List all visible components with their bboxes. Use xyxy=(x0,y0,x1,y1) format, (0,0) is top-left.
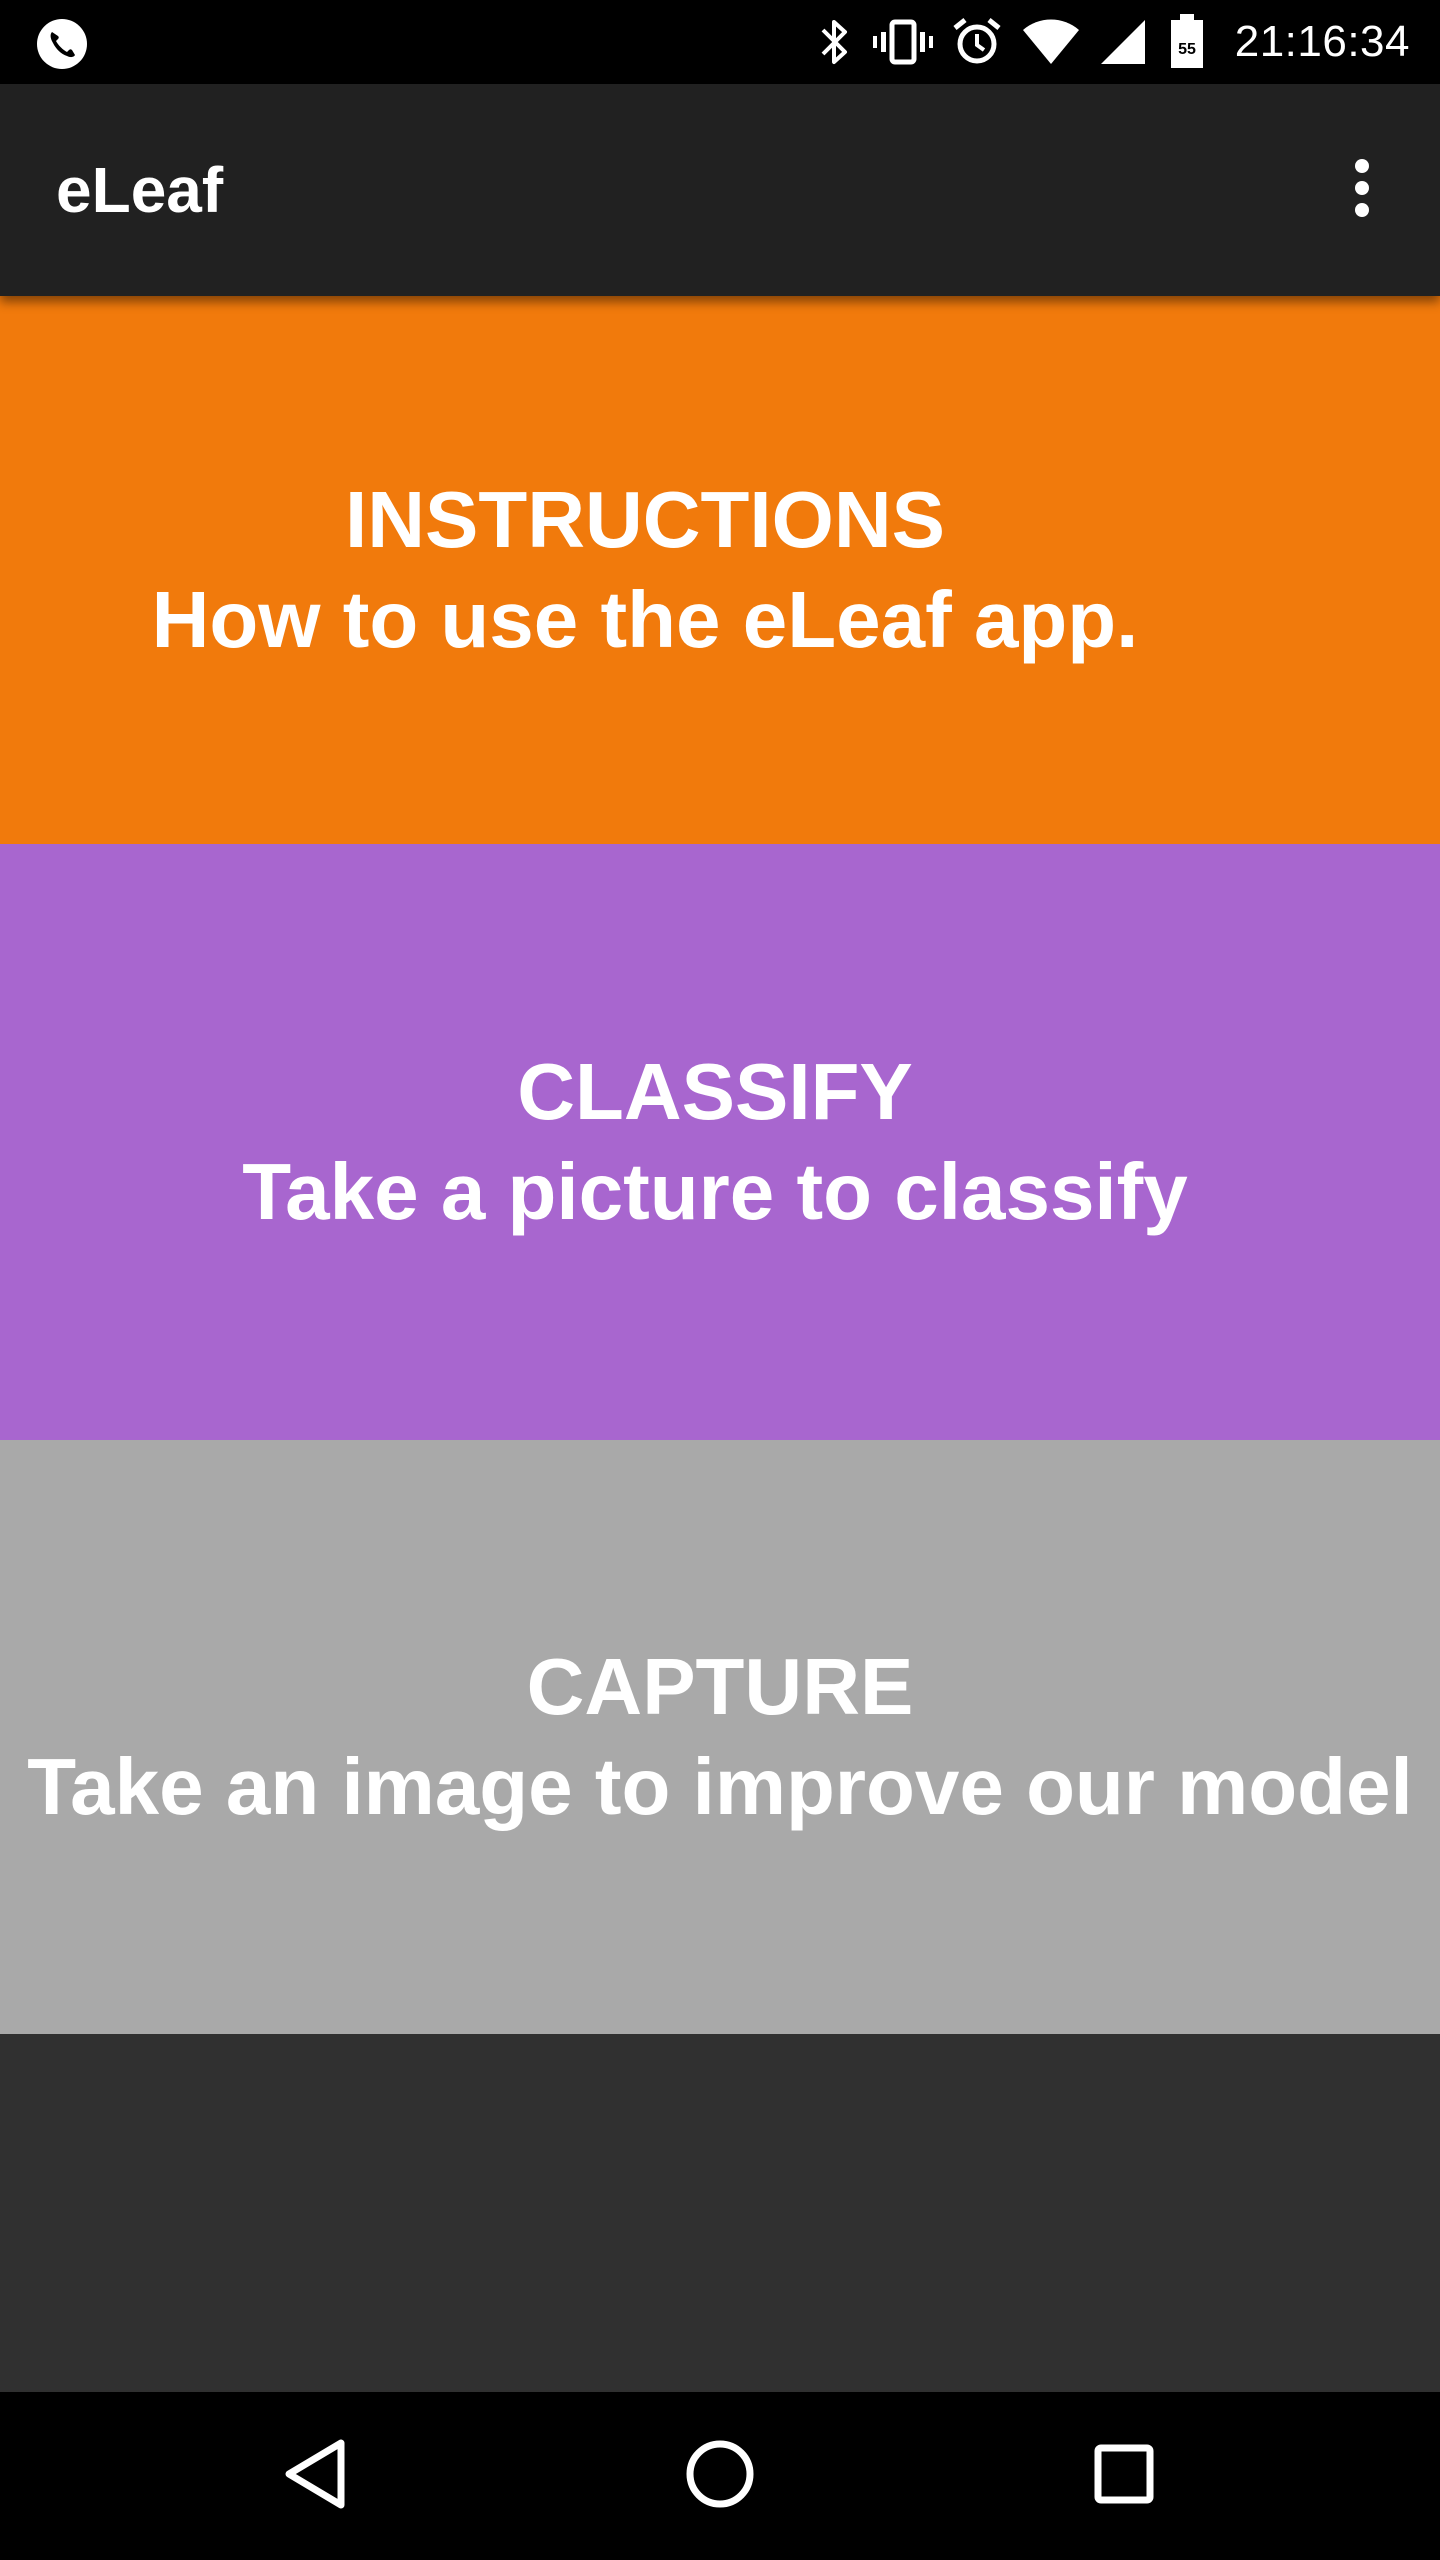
back-button[interactable] xyxy=(256,2416,376,2536)
alarm-icon xyxy=(951,16,1003,68)
wifi-icon xyxy=(1021,16,1081,68)
classify-title: CLASSIFY xyxy=(517,1047,913,1136)
overflow-menu-button[interactable] xyxy=(1314,142,1410,238)
instructions-text: INSTRUCTIONS How to use the eLeaf app. xyxy=(152,470,1139,670)
home-icon xyxy=(683,2437,757,2516)
app-title: eLeaf xyxy=(56,154,224,226)
navigation-bar xyxy=(0,2392,1440,2560)
classify-text: CLASSIFY Take a picture to classify xyxy=(242,1042,1188,1242)
status-icons: 55 21:16:34 xyxy=(815,0,1410,84)
back-icon xyxy=(281,2437,351,2516)
recents-button[interactable] xyxy=(1064,2416,1184,2536)
instructions-subtitle: How to use the eLeaf app. xyxy=(151,575,1139,664)
home-button[interactable] xyxy=(660,2416,780,2536)
status-time: 21:16:34 xyxy=(1234,17,1410,66)
vibrate-icon xyxy=(872,16,933,68)
classify-button[interactable]: CLASSIFY Take a picture to classify xyxy=(0,844,1440,1440)
cell-signal-icon xyxy=(1099,16,1149,68)
capture-title: CAPTURE xyxy=(526,1642,914,1731)
classify-subtitle: Take a picture to classify xyxy=(242,1147,1188,1236)
capture-text: CAPTURE Take an image to improve our mod… xyxy=(27,1637,1413,1837)
bluetooth-icon xyxy=(815,16,855,68)
battery-icon: 55 xyxy=(1167,12,1207,72)
capture-subtitle: Take an image to improve our model xyxy=(27,1742,1413,1831)
instructions-title: INSTRUCTIONS xyxy=(344,475,945,564)
capture-button[interactable]: CAPTURE Take an image to improve our mod… xyxy=(0,1440,1440,2034)
status-bar: 55 21:16:34 xyxy=(0,0,1440,84)
instructions-button[interactable]: INSTRUCTIONS How to use the eLeaf app. xyxy=(0,296,1440,844)
phone-call-icon xyxy=(36,18,88,70)
screen: 55 21:16:34 eLeaf INSTRUCTIONS How to us… xyxy=(0,0,1440,2560)
overflow-menu-icon xyxy=(1352,158,1372,223)
app-bar: eLeaf xyxy=(0,84,1440,296)
battery-level: 55 xyxy=(1178,41,1196,58)
empty-background xyxy=(0,2034,1440,2392)
recents-icon xyxy=(1092,2442,1156,2511)
